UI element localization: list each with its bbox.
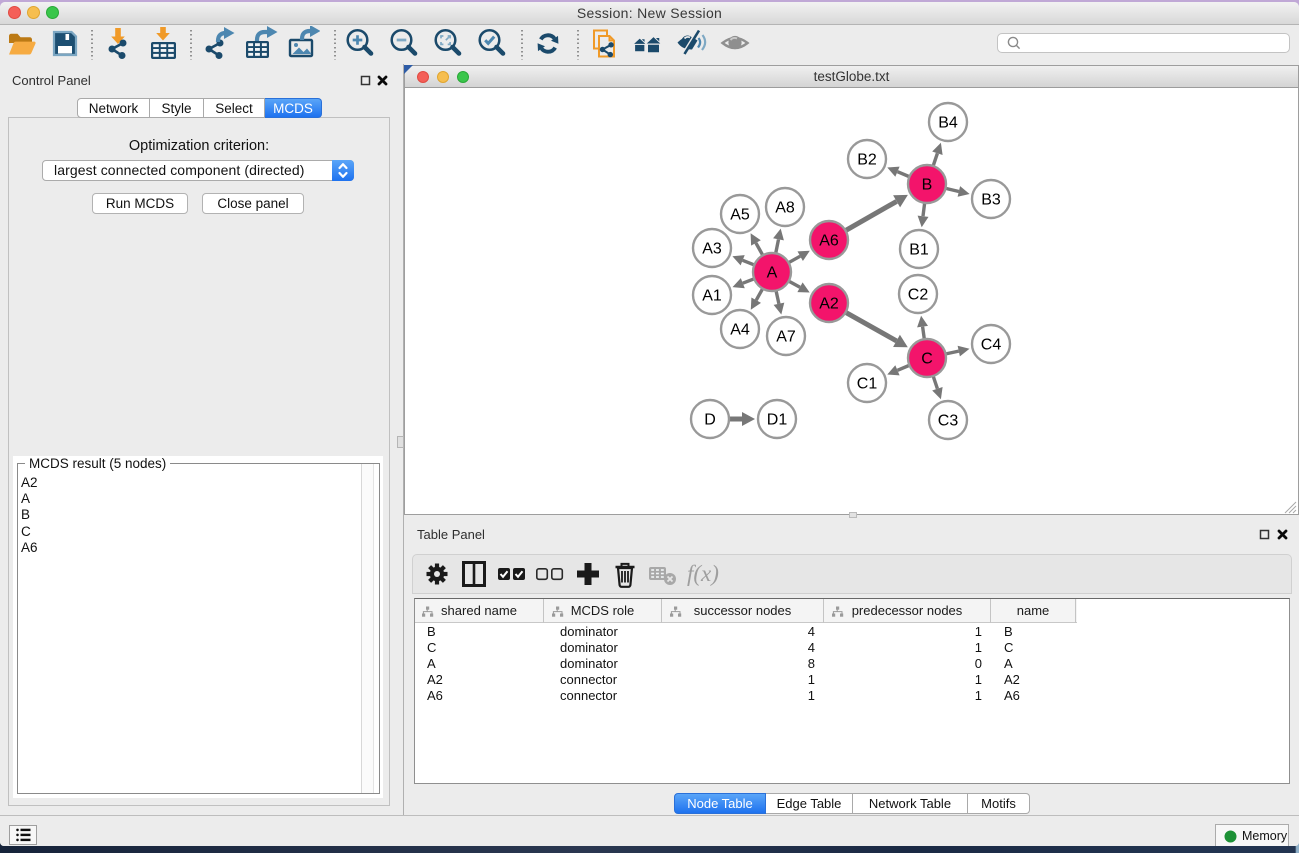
svg-text:B: B (922, 177, 933, 194)
svg-text:C: C (921, 351, 933, 368)
svg-text:A1: A1 (702, 288, 722, 305)
svg-text:C1: C1 (857, 376, 878, 393)
svg-text:D: D (704, 412, 716, 429)
svg-text:A3: A3 (702, 241, 722, 258)
svg-text:A4: A4 (730, 322, 750, 339)
svg-text:B3: B3 (981, 192, 1001, 209)
svg-text:C2: C2 (908, 287, 929, 304)
svg-text:A2: A2 (819, 296, 839, 313)
svg-text:D1: D1 (767, 412, 788, 429)
svg-text:C3: C3 (938, 413, 959, 430)
svg-text:B4: B4 (938, 115, 958, 132)
svg-text:B2: B2 (857, 152, 877, 169)
svg-text:B1: B1 (909, 242, 929, 259)
svg-text:A6: A6 (819, 233, 839, 250)
svg-text:C4: C4 (981, 337, 1002, 354)
svg-text:A7: A7 (776, 329, 796, 346)
svg-text:A: A (767, 265, 778, 282)
svg-text:A8: A8 (775, 200, 795, 217)
svg-text:A5: A5 (730, 207, 750, 224)
